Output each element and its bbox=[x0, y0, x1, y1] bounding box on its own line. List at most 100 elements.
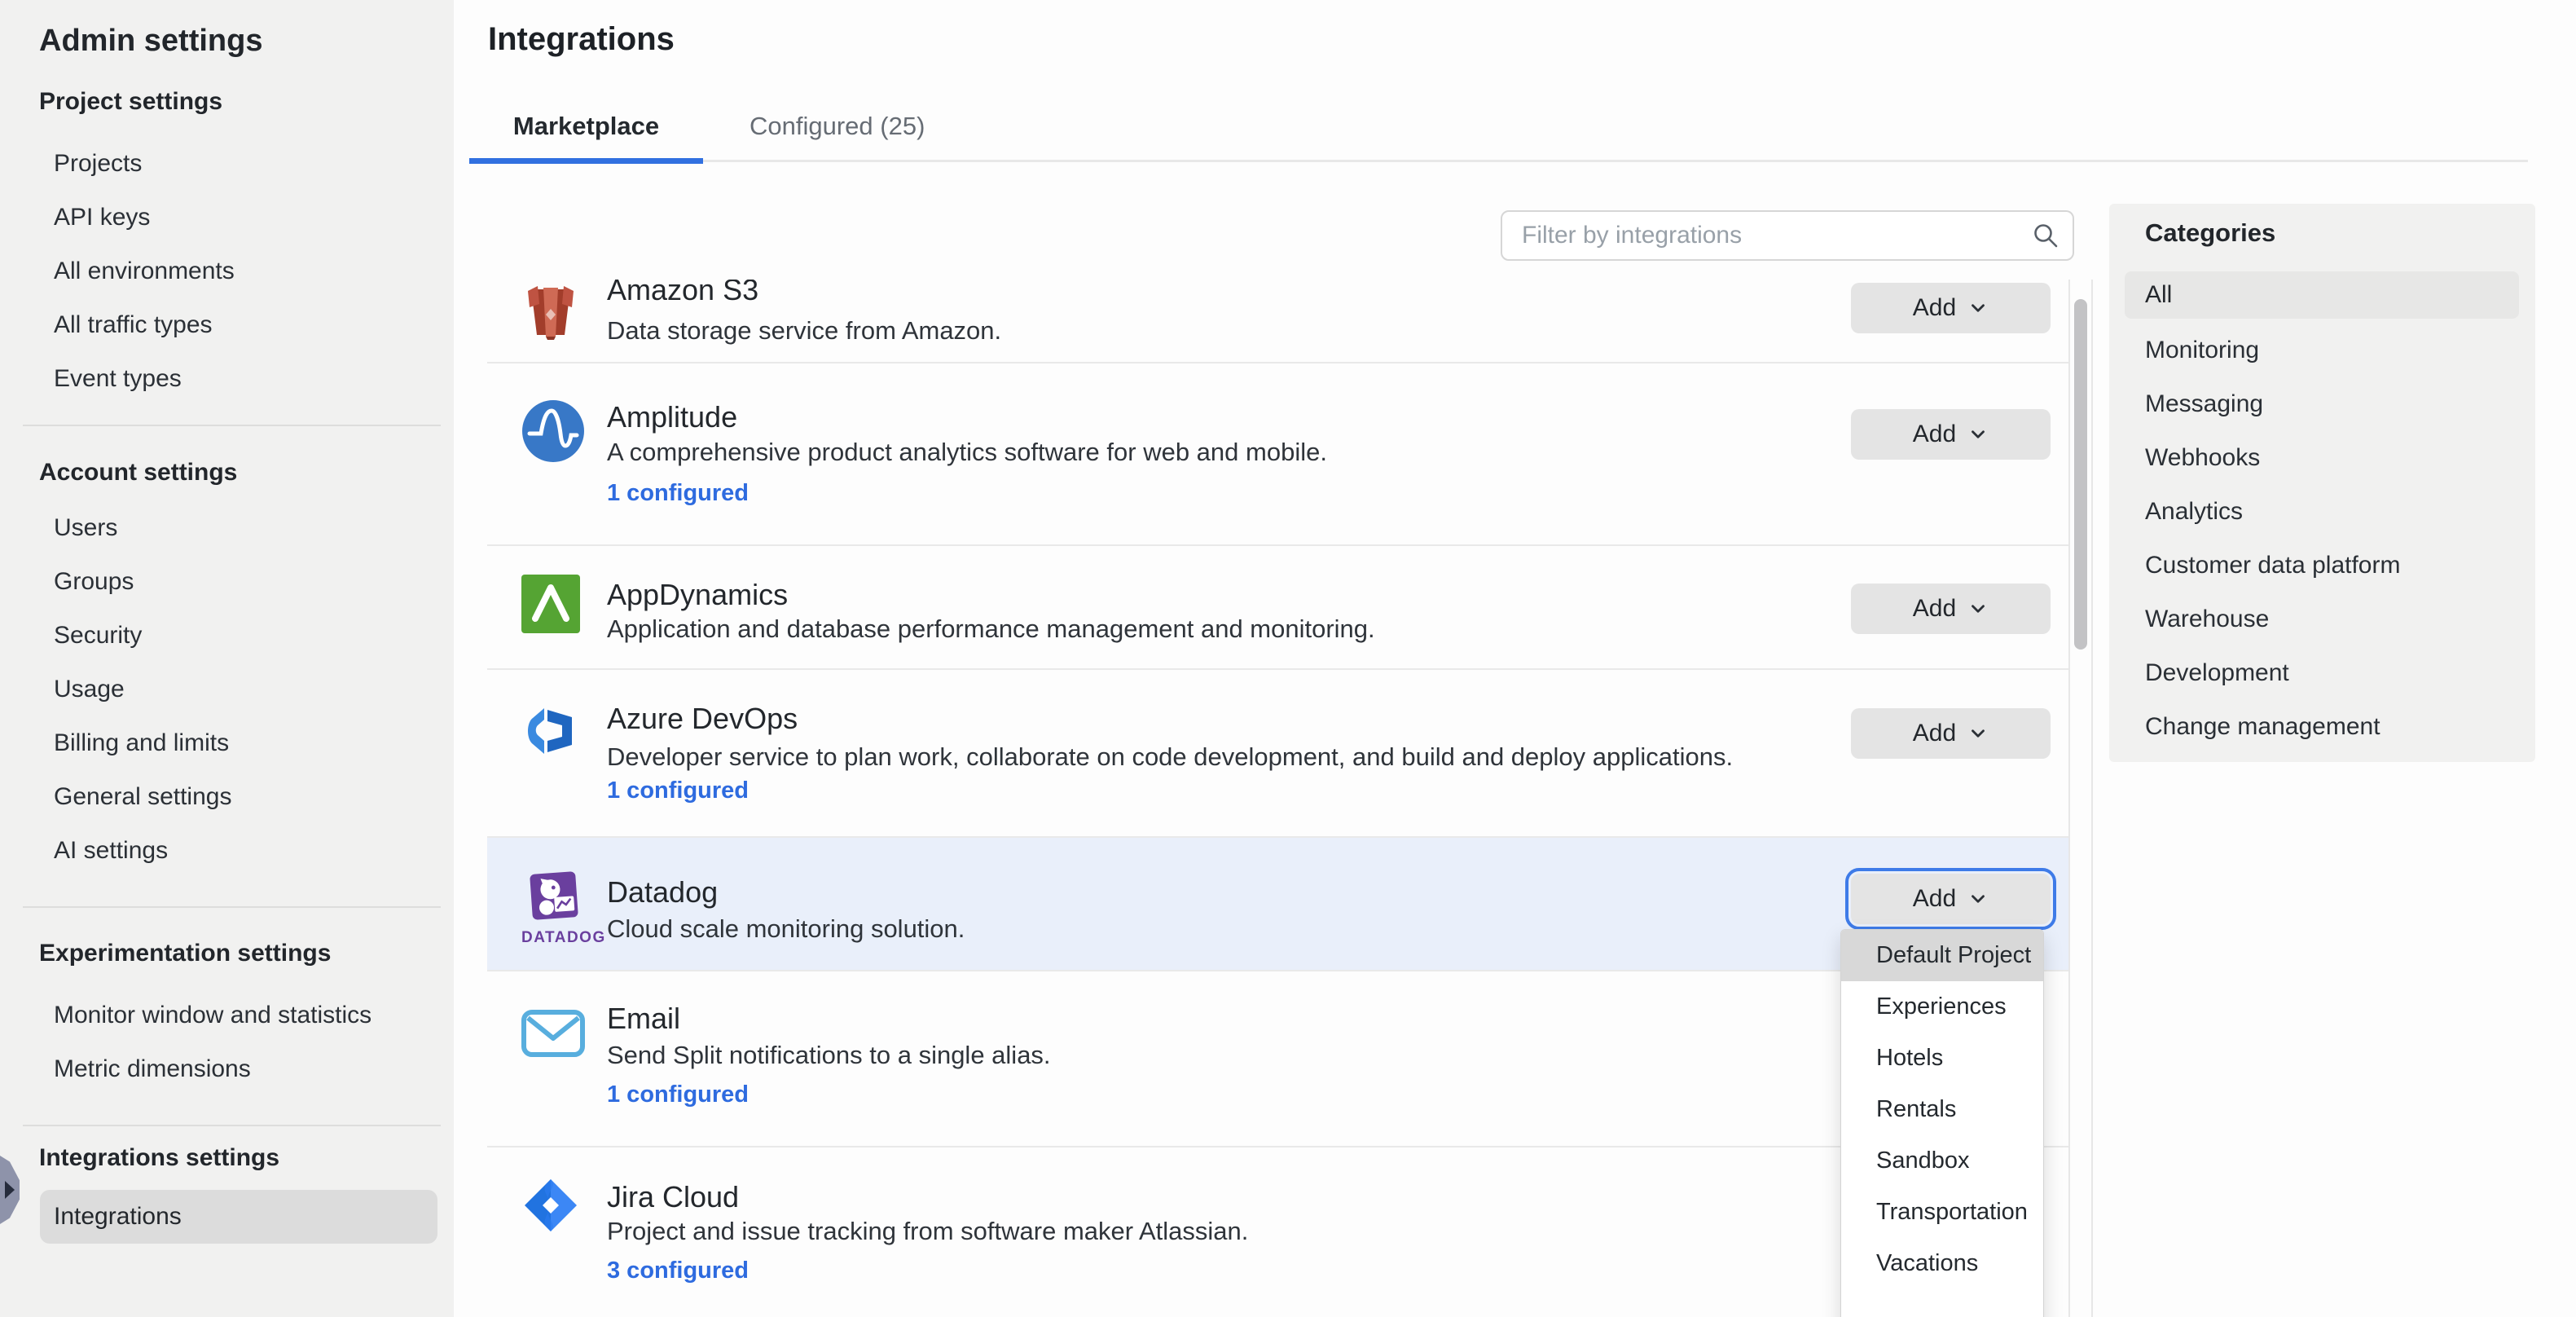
sidebar-divider bbox=[23, 1125, 441, 1126]
integration-name: Amplitude bbox=[607, 400, 737, 434]
add-button[interactable]: Add bbox=[1851, 708, 2051, 759]
category-monitoring[interactable]: Monitoring bbox=[2109, 324, 2535, 377]
integration-name: Email bbox=[607, 1002, 680, 1036]
main-content: Integrations Marketplace Configured (25) bbox=[454, 0, 2576, 1317]
add-button-label: Add bbox=[1913, 720, 1956, 747]
add-button[interactable]: Add bbox=[1851, 283, 2051, 333]
category-development[interactable]: Development bbox=[2109, 646, 2535, 700]
add-project-dropdown: Default Project Experiences Hotels Renta… bbox=[1840, 929, 2044, 1317]
sidebar-item-integrations-selected[interactable]: Integrations bbox=[40, 1190, 437, 1244]
sidebar-item-api-keys[interactable]: API keys bbox=[0, 191, 454, 244]
amazon-s3-icon bbox=[521, 283, 580, 344]
datadog-wordmark: DATADOG bbox=[521, 929, 587, 947]
category-analytics[interactable]: Analytics bbox=[2109, 485, 2535, 539]
chevron-down-icon bbox=[1967, 598, 1989, 619]
integration-row-amplitude: Amplitude A comprehensive product analyt… bbox=[487, 363, 2068, 546]
sidebar-item-general-settings[interactable]: General settings bbox=[0, 770, 454, 824]
sidebar-item-monitor-window-and-statistics[interactable]: Monitor window and statistics bbox=[0, 989, 454, 1042]
sidebar-item-users[interactable]: Users bbox=[0, 501, 454, 555]
integration-row-jira-cloud: Jira Cloud Project and issue tracking fr… bbox=[487, 1147, 2068, 1317]
dropdown-item-experiences[interactable]: Experiences bbox=[1841, 981, 2043, 1033]
sidebar-item-security[interactable]: Security bbox=[0, 609, 454, 663]
dropdown-item-default-project[interactable]: Default Project bbox=[1841, 930, 2043, 981]
section-heading-project-settings: Project settings bbox=[39, 87, 454, 117]
categories-panel: Categories All Monitoring Messaging Webh… bbox=[2109, 204, 2535, 762]
chevron-down-icon bbox=[1967, 297, 1989, 319]
datadog-icon: DATADOG bbox=[521, 871, 587, 947]
sidebar-divider bbox=[23, 425, 441, 426]
add-button-label: Add bbox=[1913, 885, 1956, 913]
sidebar-item-event-types[interactable]: Event types bbox=[0, 352, 454, 406]
integration-row-datadog: DATADOG Datadog Cloud scale monitoring s… bbox=[487, 838, 2068, 971]
integration-name: Jira Cloud bbox=[607, 1180, 739, 1214]
page-title: Integrations bbox=[488, 21, 675, 58]
integration-description: A comprehensive product analytics softwa… bbox=[607, 438, 1327, 467]
dropdown-item-transportation[interactable]: Transportation bbox=[1841, 1187, 2043, 1238]
categories-title: Categories bbox=[2145, 217, 2535, 249]
sidebar-item-projects[interactable]: Projects bbox=[0, 137, 454, 191]
sidebar-item-usage[interactable]: Usage bbox=[0, 663, 454, 716]
tab-marketplace[interactable]: Marketplace bbox=[469, 103, 703, 160]
add-button-label: Add bbox=[1913, 595, 1956, 623]
dropdown-item-sandbox[interactable]: Sandbox bbox=[1841, 1135, 2043, 1187]
category-warehouse[interactable]: Warehouse bbox=[2109, 592, 2535, 646]
chevron-down-icon bbox=[1967, 424, 1989, 445]
sidebar-item-metric-dimensions[interactable]: Metric dimensions bbox=[0, 1042, 454, 1096]
chevron-down-icon bbox=[1967, 888, 1989, 910]
add-button-label: Add bbox=[1913, 294, 1956, 322]
jira-icon bbox=[521, 1176, 580, 1239]
sidebar-item-ai-settings[interactable]: AI settings bbox=[0, 824, 454, 878]
configured-link[interactable]: 3 configured bbox=[607, 1258, 749, 1284]
dropdown-item-vacations[interactable]: Vacations bbox=[1841, 1238, 2043, 1289]
chevron-right-icon bbox=[5, 1181, 15, 1199]
integration-row-amazon-s3: Amazon S3 Data storage service from Amaz… bbox=[487, 280, 2068, 363]
integration-row-azure-devops: Azure DevOps Developer service to plan w… bbox=[487, 670, 2068, 838]
sidebar-item-all-environments[interactable]: All environments bbox=[0, 244, 454, 298]
filter-input[interactable] bbox=[1501, 210, 2074, 261]
admin-settings-page: Admin settings Project settings Projects… bbox=[0, 0, 2576, 1317]
chevron-down-icon bbox=[1967, 723, 1989, 744]
configured-link[interactable]: 1 configured bbox=[607, 480, 749, 507]
integration-row-appdynamics: AppDynamics Application and database per… bbox=[487, 546, 2068, 670]
sidebar: Admin settings Project settings Projects… bbox=[0, 0, 454, 1317]
add-button[interactable]: Add bbox=[1851, 584, 2051, 634]
azure-devops-icon bbox=[521, 703, 580, 766]
category-all-selected[interactable]: All bbox=[2125, 271, 2519, 319]
email-icon bbox=[521, 1010, 585, 1061]
list-scrollbar bbox=[2068, 280, 2093, 1317]
sidebar-item-all-traffic-types[interactable]: All traffic types bbox=[0, 298, 454, 352]
integrations-list: Amazon S3 Data storage service from Amaz… bbox=[487, 280, 2068, 1317]
sidebar-item-groups[interactable]: Groups bbox=[0, 555, 454, 609]
appdynamics-icon bbox=[521, 575, 580, 637]
integration-name: AppDynamics bbox=[607, 578, 788, 612]
integration-description: Send Split notifications to a single ali… bbox=[607, 1041, 1051, 1070]
section-heading-integrations-settings: Integrations settings bbox=[39, 1143, 454, 1173]
category-messaging[interactable]: Messaging bbox=[2109, 377, 2535, 431]
dropdown-item-hotels[interactable]: Hotels bbox=[1841, 1033, 2043, 1084]
integration-description: Application and database performance man… bbox=[607, 614, 1375, 644]
add-button-label: Add bbox=[1913, 421, 1956, 448]
category-change-management[interactable]: Change management bbox=[2109, 700, 2535, 754]
configured-link[interactable]: 1 configured bbox=[607, 1081, 749, 1108]
filter-container bbox=[1501, 210, 2074, 261]
integration-name: Azure DevOps bbox=[607, 702, 798, 736]
section-heading-account-settings: Account settings bbox=[39, 458, 454, 487]
tab-configured[interactable]: Configured (25) bbox=[703, 103, 925, 160]
integration-description: Cloud scale monitoring solution. bbox=[607, 914, 965, 944]
integration-description: Project and issue tracking from software… bbox=[607, 1217, 1248, 1246]
add-button-datadog[interactable]: Add bbox=[1851, 874, 2051, 924]
section-heading-experimentation-settings: Experimentation settings bbox=[39, 939, 454, 968]
sidebar-divider bbox=[23, 906, 441, 908]
add-button[interactable]: Add bbox=[1851, 409, 2051, 460]
sidebar-title: Admin settings bbox=[39, 23, 454, 59]
category-customer-data-platform[interactable]: Customer data platform bbox=[2109, 539, 2535, 592]
scrollbar-thumb[interactable] bbox=[2074, 299, 2087, 650]
integration-name: Datadog bbox=[607, 875, 718, 910]
configured-link[interactable]: 1 configured bbox=[607, 777, 749, 804]
tab-bar: Marketplace Configured (25) bbox=[469, 103, 2528, 162]
amplitude-icon bbox=[521, 399, 585, 467]
sidebar-item-billing-and-limits[interactable]: Billing and limits bbox=[0, 716, 454, 770]
dropdown-item-rentals[interactable]: Rentals bbox=[1841, 1084, 2043, 1135]
integration-name: Amazon S3 bbox=[607, 280, 758, 307]
category-webhooks[interactable]: Webhooks bbox=[2109, 431, 2535, 485]
